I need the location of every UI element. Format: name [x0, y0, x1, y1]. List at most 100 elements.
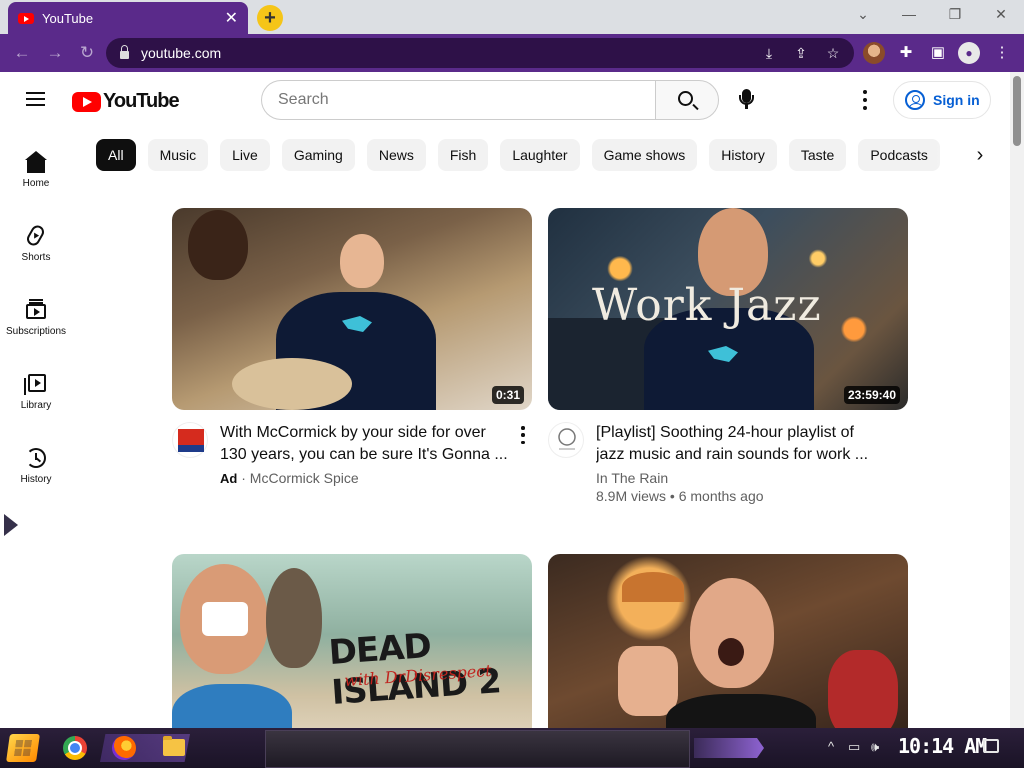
channel-name[interactable]: McCormick Spice — [250, 470, 359, 486]
search-icon — [678, 91, 693, 106]
page-scrollbar[interactable] — [1010, 72, 1024, 728]
minimize-button[interactable]: — — [899, 6, 919, 22]
chip-gaming[interactable]: Gaming — [281, 139, 355, 171]
in-the-rain-logo-icon — [558, 428, 576, 450]
taskbar-decoration — [694, 738, 764, 758]
channel-avatar[interactable] — [548, 422, 584, 458]
taskbar-window-preview[interactable] — [265, 730, 690, 768]
extensions-icon[interactable]: ✚ — [895, 42, 917, 64]
youtube-logo-icon — [72, 91, 101, 112]
guide-item-home[interactable]: Home — [0, 136, 72, 210]
chevron-right-icon[interactable]: › — [966, 142, 994, 170]
forward-arrow-icon[interactable]: → — [45, 43, 65, 63]
firefox-taskbar-icon[interactable] — [112, 736, 136, 760]
network-icon[interactable]: ▭ — [848, 739, 860, 755]
video-card[interactable] — [548, 554, 908, 756]
tab-close-icon[interactable]: ✕ — [225, 8, 238, 28]
tab-search-icon[interactable]: ⌄ — [853, 6, 873, 23]
new-tab-button[interactable]: + — [257, 5, 283, 31]
restore-button[interactable]: ❐ — [945, 6, 965, 23]
thumbnail-chair — [828, 650, 898, 740]
guide-label-history: History — [20, 474, 52, 485]
library-icon — [24, 372, 48, 396]
youtube-logo[interactable]: YouTube — [72, 90, 180, 113]
more-actions-icon[interactable] — [518, 426, 528, 444]
chip-game-shows[interactable]: Game shows — [591, 139, 698, 171]
subscriptions-icon — [24, 298, 48, 322]
guide-item-subscriptions[interactable]: Subscriptions — [0, 284, 72, 358]
thumbnail-table — [232, 358, 352, 410]
video-stats: 8.9M views • 6 months ago — [596, 488, 764, 504]
ad-badge: Ad — [220, 471, 238, 486]
chip-taste[interactable]: Taste — [788, 139, 847, 171]
browser-tab-youtube[interactable]: YouTube ✕ — [8, 2, 248, 34]
youtube-favicon-icon — [18, 12, 34, 24]
star-icon[interactable]: ☆ — [824, 45, 842, 62]
video-duration: 23:59:40 — [843, 386, 900, 404]
video-thumbnail[interactable]: 0:31 — [172, 208, 532, 410]
volume-icon[interactable]: 🕪 — [871, 739, 879, 755]
thumbnail-lamp — [622, 572, 684, 602]
share-icon[interactable]: ⇪ — [792, 45, 810, 62]
guide-item-history[interactable]: History — [0, 432, 72, 506]
video-title[interactable]: [Playlist] Soothing 24-hour playlist of … — [596, 422, 884, 466]
thumbnail-mouth — [202, 602, 248, 636]
video-thumbnail[interactable] — [548, 554, 908, 756]
chip-news[interactable]: News — [366, 139, 426, 171]
browser-toolbar: ← → ↻ youtube.com ⤓ ⇪ ☆ ✚ ▣ ● ⋮ — [0, 34, 1024, 72]
lock-icon[interactable] — [120, 45, 129, 59]
video-thumbnail[interactable]: DEAD ISLAND 2 with DrDisrespect — [172, 554, 532, 756]
settings-more-icon[interactable] — [856, 90, 874, 110]
notification-icon[interactable] — [983, 739, 999, 753]
install-icon[interactable]: ⤓ — [760, 45, 778, 62]
chip-laughter[interactable]: Laughter — [500, 139, 580, 171]
chip-podcasts[interactable]: Podcasts — [858, 139, 940, 171]
logo-text: YouTube — [103, 90, 180, 112]
scrollbar-thumb[interactable] — [1013, 76, 1021, 146]
sign-in-button[interactable]: Sign in — [893, 81, 991, 119]
back-arrow-icon[interactable]: ← — [12, 43, 32, 63]
chip-fish[interactable]: Fish — [437, 139, 489, 171]
mouse-cursor-icon — [4, 514, 18, 536]
browser-tab-strip: YouTube ✕ + ⌄ — ❐ ✕ — [0, 0, 1024, 34]
chevron-up-icon[interactable]: ^ — [828, 739, 834, 754]
tab-title: YouTube — [42, 10, 94, 26]
chip-live[interactable]: Live — [220, 139, 270, 171]
chip-history[interactable]: History — [709, 139, 777, 171]
guide-label-library: Library — [20, 400, 52, 411]
guide-item-library[interactable]: Library — [0, 358, 72, 432]
chip-music[interactable]: Music — [147, 139, 209, 171]
search-input[interactable]: Search — [261, 80, 656, 120]
video-card[interactable]: Work Jazz 23:59:40 [Playlist] Soothing 2… — [548, 208, 908, 504]
guide-menu-icon[interactable] — [26, 92, 45, 106]
chip-bar: All Music Live Gaming News Fish Laughter… — [96, 139, 952, 171]
account-icon[interactable]: ● — [958, 42, 980, 64]
profile-avatar-icon[interactable] — [863, 42, 885, 64]
chip-all[interactable]: All — [96, 139, 136, 171]
video-thumbnail[interactable]: Work Jazz 23:59:40 — [548, 208, 908, 410]
browser-menu-icon[interactable]: ⋮ — [991, 42, 1013, 64]
start-button[interactable] — [6, 734, 40, 762]
thumbnail-figure — [188, 210, 248, 280]
taskbar-clock[interactable]: 10:14 AM — [898, 734, 987, 758]
close-window-button[interactable]: ✕ — [991, 6, 1011, 23]
mccormick-logo-icon — [178, 429, 204, 452]
sign-in-label: Sign in — [933, 92, 980, 108]
reload-icon[interactable]: ↻ — [77, 43, 97, 63]
channel-avatar[interactable] — [172, 422, 208, 458]
chrome-taskbar-icon[interactable] — [63, 736, 87, 760]
video-card[interactable]: DEAD ISLAND 2 with DrDisrespect — [172, 554, 532, 756]
video-card-ad[interactable]: 0:31 With McCormick by your side for ove… — [172, 208, 532, 486]
guide-item-shorts[interactable]: Shorts — [0, 210, 72, 284]
home-icon — [24, 150, 48, 174]
search-button[interactable] — [655, 80, 719, 120]
side-panel-icon[interactable]: ▣ — [927, 42, 949, 64]
address-bar[interactable]: youtube.com ⤓ ⇪ ☆ — [106, 38, 854, 68]
channel-name[interactable]: In The Rain — [596, 470, 884, 486]
video-title[interactable]: With McCormick by your side for over 130… — [220, 422, 508, 466]
guide-label-home: Home — [22, 178, 50, 189]
file-explorer-taskbar-icon[interactable] — [163, 736, 185, 756]
voice-search-button[interactable] — [733, 84, 761, 116]
thumbnail-figure — [266, 568, 322, 668]
shorts-icon — [24, 223, 48, 248]
